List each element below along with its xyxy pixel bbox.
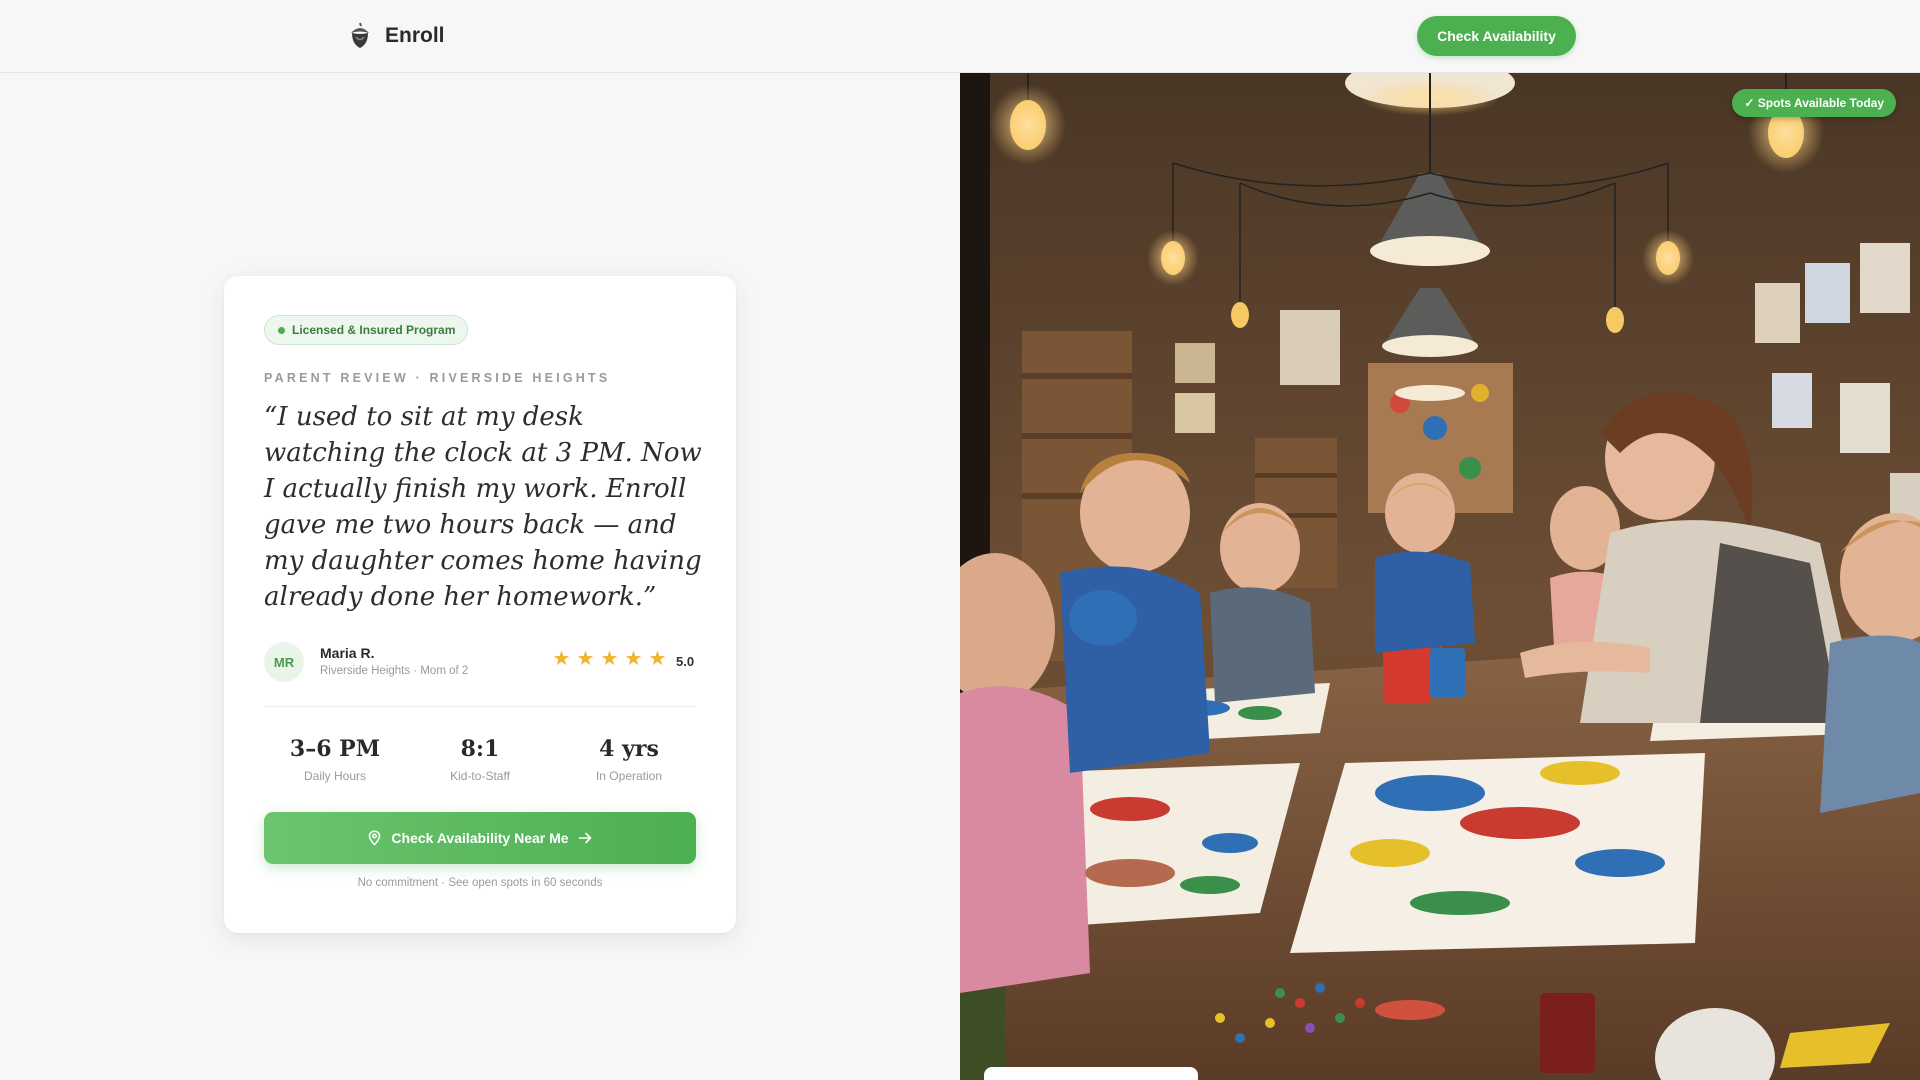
star-icon: ★	[552, 648, 571, 670]
star-icon: ★	[600, 648, 619, 670]
licensed-badge: Licensed & Insured Program	[264, 315, 469, 345]
star-icon: ★	[624, 648, 643, 670]
stat-value: 8:1	[460, 736, 500, 762]
review-eyebrow: PARENT REVIEW · RIVERSIDE HEIGHTS	[264, 371, 611, 385]
brand-logo-link[interactable]: Enroll	[347, 22, 445, 50]
stat-in-operation: 4 yrs In Operation	[564, 734, 694, 783]
overlay-card-peek	[984, 1067, 1198, 1080]
licensed-badge-label: Licensed & Insured Program	[292, 323, 456, 337]
author-avatar: MR	[264, 642, 304, 682]
rating-value: 5.0	[676, 654, 695, 669]
hero-photo-classroom: ✓ Spots Available Today	[960, 73, 1920, 1080]
check-availability-near-me-button[interactable]: Check Availability Near Me	[264, 812, 696, 864]
author-name: Maria R.	[320, 645, 375, 661]
star-icon: ★	[648, 648, 667, 670]
stat-label: In Operation	[595, 769, 663, 783]
author-meta: Riverside Heights · Mom of 2	[320, 665, 469, 677]
brand-name: Enroll	[385, 24, 445, 47]
stat-label: Kid-to-Staff	[450, 769, 510, 783]
star-icon: ★	[576, 648, 595, 670]
stat-label: Daily Hours	[303, 769, 366, 783]
stat-value: 4 yrs	[599, 736, 659, 762]
review-quote: “I used to sit at my desk watching the c…	[264, 402, 702, 612]
stat-daily-hours: 3–6 PM Daily Hours	[270, 734, 400, 783]
check-availability-button[interactable]: Check Availability	[1417, 16, 1576, 56]
stat-value: 3–6 PM	[289, 736, 381, 762]
review-card: Licensed & Insured Program PARENT REVIEW…	[224, 276, 736, 933]
star-rating: ★ ★ ★ ★ ★	[552, 648, 667, 670]
cta-label: Check Availability Near Me	[391, 830, 569, 846]
divider	[264, 706, 696, 707]
acorn-icon	[351, 22, 369, 48]
top-navigation: Enroll Check Availability	[0, 0, 1920, 73]
status-dot-icon	[278, 326, 285, 334]
arrow-right-icon	[578, 832, 591, 844]
location-pin-icon	[369, 830, 381, 846]
spots-available-badge: ✓ Spots Available Today	[1732, 89, 1896, 117]
stat-kid-to-staff: 8:1 Kid-to-Staff	[415, 734, 545, 783]
classroom-art-photo	[960, 73, 1920, 1080]
cta-note: No commitment · See open spots in 60 sec…	[357, 877, 603, 889]
